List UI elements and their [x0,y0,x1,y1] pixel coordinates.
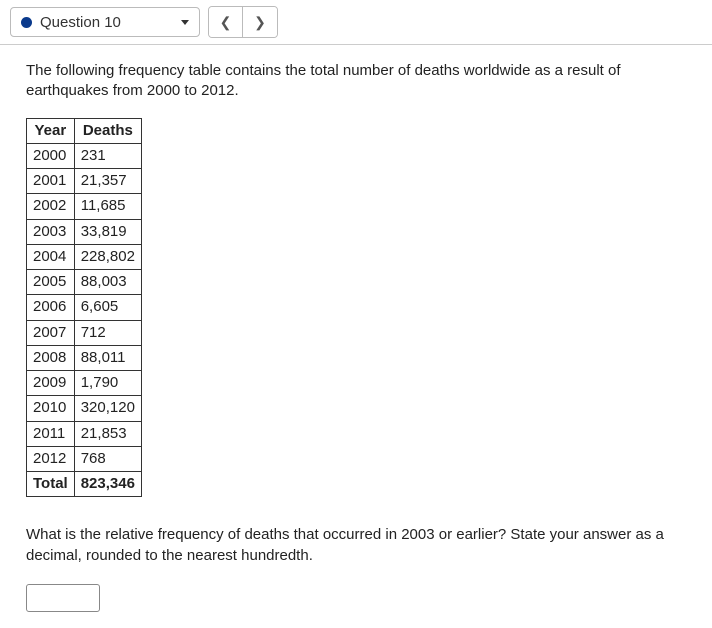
cell-deaths: 33,819 [74,219,141,244]
table-row: 201121,853 [27,421,142,446]
cell-deaths: 6,605 [74,295,141,320]
intro-text: The following frequency table contains t… [26,61,686,102]
cell-deaths: 1,790 [74,371,141,396]
table-header-deaths: Deaths [74,118,141,143]
table-row: 20066,605 [27,295,142,320]
cell-deaths: 88,003 [74,270,141,295]
nav-button-group: ❮ ❯ [208,6,278,38]
chevron-right-icon: ❯ [254,15,266,29]
cell-year: 2002 [27,194,75,219]
answer-input[interactable] [26,584,100,612]
cell-deaths: 228,802 [74,244,141,269]
table-row: 2004228,802 [27,244,142,269]
question-select-label: Question 10 [40,14,121,31]
cell-year: 2012 [27,446,75,471]
table-total-row: Total823,346 [27,472,142,497]
frequency-table: Year Deaths 2000231200121,357200211,6852… [26,118,142,498]
cell-deaths: 21,357 [74,169,141,194]
cell-deaths: 231 [74,143,141,168]
table-row: 2012768 [27,446,142,471]
cell-total-value: 823,346 [74,472,141,497]
next-question-button[interactable]: ❯ [243,7,277,37]
chevron-left-icon: ❮ [220,15,232,29]
cell-deaths: 11,685 [74,194,141,219]
cell-year: 2000 [27,143,75,168]
table-row: 20091,790 [27,371,142,396]
status-dot-icon [21,17,32,28]
table-row: 200588,003 [27,270,142,295]
table-row: 2007712 [27,320,142,345]
table-row: 200888,011 [27,345,142,370]
table-row: 200211,685 [27,194,142,219]
prev-question-button[interactable]: ❮ [209,7,243,37]
cell-year: 2011 [27,421,75,446]
table-row: 200121,357 [27,169,142,194]
cell-year: 2010 [27,396,75,421]
cell-deaths: 21,853 [74,421,141,446]
table-row: 2000231 [27,143,142,168]
cell-year: 2007 [27,320,75,345]
cell-year: 2003 [27,219,75,244]
question-text: What is the relative frequency of deaths… [26,525,686,566]
table-row: 2010320,120 [27,396,142,421]
cell-year: 2001 [27,169,75,194]
table-header-year: Year [27,118,75,143]
cell-year: 2008 [27,345,75,370]
cell-total-label: Total [27,472,75,497]
cell-year: 2006 [27,295,75,320]
cell-deaths: 768 [74,446,141,471]
cell-year: 2004 [27,244,75,269]
chevron-down-icon [181,20,189,25]
table-header-row: Year Deaths [27,118,142,143]
cell-deaths: 320,120 [74,396,141,421]
question-content: The following frequency table contains t… [0,45,712,628]
cell-deaths: 88,011 [74,345,141,370]
question-select[interactable]: Question 10 [10,7,200,37]
nav-bar: Question 10 ❮ ❯ [0,0,712,45]
table-row: 200333,819 [27,219,142,244]
cell-year: 2009 [27,371,75,396]
question-select-inner: Question 10 [21,14,121,31]
cell-year: 2005 [27,270,75,295]
cell-deaths: 712 [74,320,141,345]
